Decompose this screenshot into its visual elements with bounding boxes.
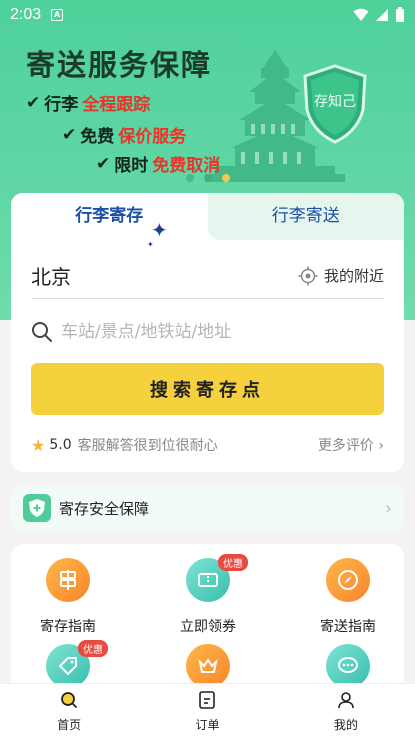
slogan-highlight: 全程跟踪 — [82, 95, 151, 115]
carousel-dot-active[interactable] — [222, 174, 230, 182]
tag-icon: 优惠 — [46, 640, 108, 688]
slogan-highlight: 保价服务 — [118, 127, 187, 147]
city-selector[interactable]: 北京 — [31, 261, 71, 290]
tab-label: 行李寄送 — [271, 206, 340, 226]
search-icon — [32, 322, 52, 342]
rating-score: 5.0 — [49, 437, 72, 453]
check-icon: ✔ — [96, 153, 111, 174]
signpost-icon — [46, 558, 90, 602]
battery-icon — [396, 7, 404, 22]
service-storage-guide[interactable]: 寄存指南 — [18, 558, 118, 636]
slogan-insurance: ✔ 免费 保价服务 — [62, 122, 187, 148]
search-row — [31, 317, 384, 347]
location-target-icon — [298, 266, 318, 285]
slogan-prefix: 行李 — [44, 95, 79, 115]
slogan-cancel: ✔ 限时 免费取消 — [96, 151, 221, 177]
rating-row: ★ 5.0 客服解答很到位很耐心 更多评价 › — [31, 435, 384, 455]
search-input[interactable] — [61, 322, 361, 342]
services-grid: 寄存指南 优惠 立即领券 寄送指南 优惠 — [11, 544, 404, 704]
service-delivery-guide[interactable]: 寄送指南 — [298, 558, 398, 636]
profile-icon — [338, 692, 354, 709]
check-icon: ✔ — [26, 92, 41, 113]
review-snippet: 客服解答很到位很耐心 — [77, 438, 218, 454]
nav-profile[interactable]: 我的 — [277, 684, 415, 739]
service-tabs: 行李寄存 ✦ ✦ 行李寄送 — [11, 193, 404, 249]
notification-icon: A — [51, 9, 64, 21]
banner-title: 寄送服务保障 — [26, 48, 213, 82]
discount-badge: 优惠 — [218, 554, 248, 571]
service-label: 立即领券 — [180, 619, 236, 635]
service-label: 寄送指南 — [320, 619, 376, 635]
bottom-nav: 首页 订单 我的 — [0, 683, 415, 739]
chat-icon — [326, 644, 370, 688]
chevron-right-icon: › — [378, 438, 384, 454]
nav-home[interactable]: 首页 — [0, 684, 138, 739]
more-reviews-label: 更多评价 — [317, 438, 374, 454]
nav-orders[interactable]: 订单 — [138, 684, 276, 739]
home-search-icon — [61, 692, 78, 708]
nav-label: 首页 — [57, 718, 82, 732]
carousel-indicator[interactable] — [186, 174, 230, 182]
carousel-dot[interactable] — [204, 174, 212, 182]
slogan-prefix: 免费 — [80, 127, 115, 147]
shield-logo: 存知己 — [303, 64, 367, 144]
discount-badge: 优惠 — [78, 640, 108, 657]
tab-label: 行李寄存 — [75, 206, 144, 226]
compass-icon — [326, 558, 370, 602]
tab-luggage-storage[interactable]: 行李寄存 ✦ ✦ — [11, 193, 208, 249]
search-storage-button[interactable]: 搜索寄存点 — [31, 363, 384, 415]
shield-plus-icon — [23, 494, 51, 522]
safety-label: 寄存安全保障 — [59, 499, 150, 518]
ticket-icon: 优惠 — [186, 554, 248, 602]
chevron-right-icon: › — [384, 497, 392, 519]
shield-text: 存知己 — [314, 93, 356, 110]
slogan-tracking: ✔ 行李 全程跟踪 — [26, 90, 151, 116]
nav-label: 订单 — [195, 718, 220, 732]
crown-icon — [186, 644, 230, 688]
order-icon — [199, 691, 216, 709]
more-reviews-link[interactable]: 更多评价 › — [318, 435, 384, 455]
nearby-button[interactable]: 我的附近 — [298, 265, 384, 286]
tab-luggage-delivery[interactable]: 行李寄送 — [207, 193, 404, 240]
signal-icon — [376, 9, 388, 21]
service-get-coupons[interactable]: 优惠 立即领券 — [158, 554, 258, 636]
nav-label: 我的 — [333, 718, 358, 732]
status-time: 2:03 — [10, 6, 42, 23]
star-icon: ★ — [31, 435, 46, 455]
storage-search-card: 行李寄存 ✦ ✦ 行李寄送 北京 我的附近 搜索寄存点 — [11, 193, 404, 472]
carousel-dot[interactable] — [186, 174, 194, 182]
check-icon: ✔ — [62, 124, 77, 145]
status-bar: 2:03 A — [0, 0, 415, 30]
wifi-icon — [353, 8, 369, 21]
city-row: 北京 我的附近 — [31, 253, 384, 299]
slogan-prefix: 限时 — [114, 156, 149, 176]
nearby-label: 我的附近 — [323, 267, 384, 285]
slogan-highlight: 免费取消 — [152, 156, 221, 176]
service-label: 寄存指南 — [40, 619, 96, 635]
storage-safety-bar[interactable]: 寄存安全保障 › — [11, 484, 404, 532]
